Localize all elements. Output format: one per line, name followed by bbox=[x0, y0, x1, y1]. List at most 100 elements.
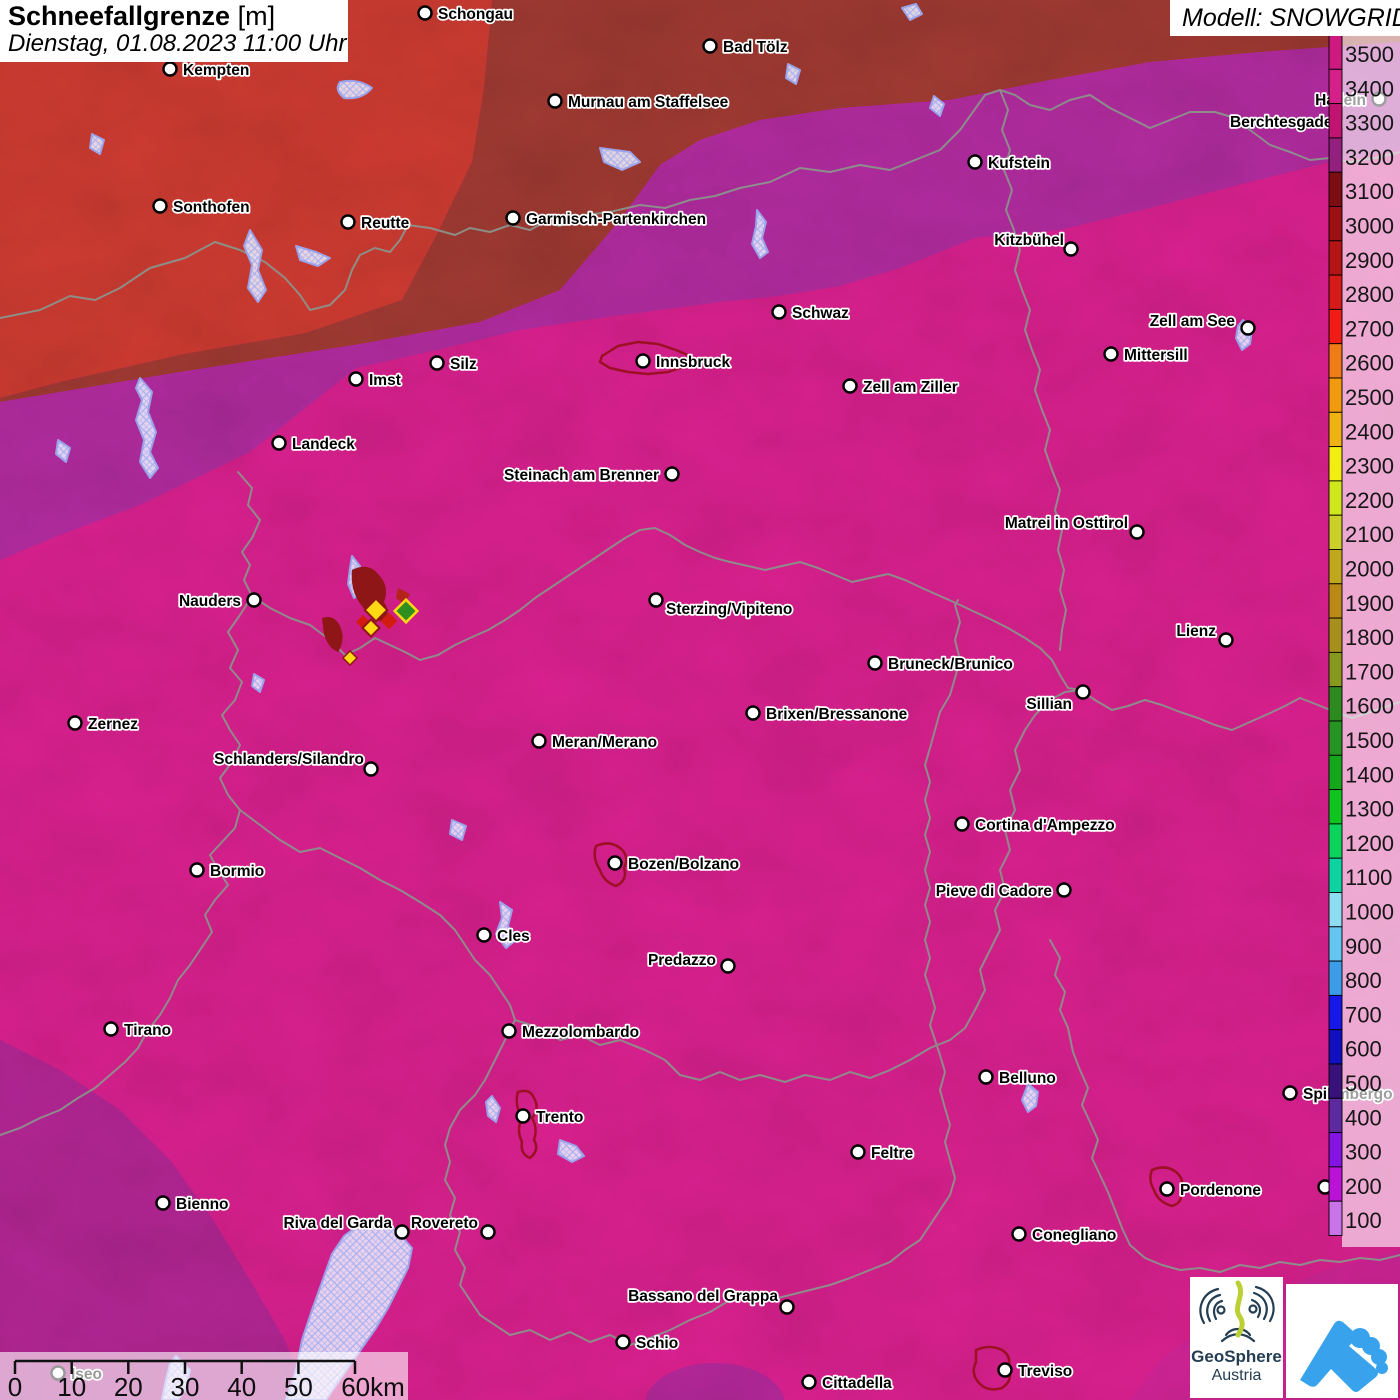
legend-value-label: 2500 bbox=[1345, 385, 1394, 410]
city-dot bbox=[615, 1334, 631, 1350]
legend-value-label: 2800 bbox=[1345, 282, 1394, 307]
legend-value-label: 1400 bbox=[1345, 762, 1394, 787]
city-dot bbox=[246, 592, 262, 608]
elevation-legend: 3500 3400 3300 3200 3100 3000 2900 2800 2700 2600… bbox=[1328, 25, 1400, 1247]
city-label: Cles bbox=[497, 928, 530, 945]
geosphere-country: Austria bbox=[1211, 1366, 1262, 1384]
legend-color-segment bbox=[1328, 686, 1343, 722]
city-dot bbox=[702, 38, 718, 54]
city-dot bbox=[1218, 632, 1234, 648]
legend-value-label: 2600 bbox=[1345, 351, 1394, 376]
city-label: Cortina d'Ampezzo bbox=[975, 817, 1115, 834]
city-dot bbox=[842, 378, 858, 394]
legend-color-segment bbox=[1328, 411, 1343, 448]
legend-value-label: 1700 bbox=[1345, 659, 1394, 684]
city-label: Reutte bbox=[361, 215, 410, 232]
scalebar-label: 10 bbox=[57, 1372, 86, 1400]
city-dot bbox=[429, 355, 445, 371]
city-dot bbox=[967, 154, 983, 170]
city-dot bbox=[1103, 346, 1119, 362]
title-box: Schneefallgrenze [m] Dienstag, 01.08.202… bbox=[0, 0, 348, 62]
legend-color-segment bbox=[1328, 377, 1343, 413]
legend-color-segment bbox=[1328, 1063, 1343, 1099]
city-label: Kufstein bbox=[988, 155, 1050, 172]
legend-value-label: 1600 bbox=[1345, 694, 1394, 719]
city-label: Sonthofen bbox=[173, 199, 250, 216]
legend-value-label: 3200 bbox=[1345, 145, 1394, 170]
legend-color-segment bbox=[1328, 1166, 1343, 1202]
legend-color-segment bbox=[1328, 1132, 1343, 1168]
city-label: Cittadella bbox=[822, 1375, 892, 1392]
city-dot bbox=[547, 93, 563, 109]
legend-color-segment bbox=[1328, 754, 1343, 791]
legend-color-segment bbox=[1328, 240, 1343, 276]
city-dot bbox=[607, 855, 623, 871]
city-label: Kitzbühel bbox=[994, 232, 1064, 249]
city-label: Brixen/Bressanone bbox=[766, 706, 908, 723]
city-label: Landeck bbox=[292, 436, 355, 453]
legend-value-label: 1900 bbox=[1345, 591, 1394, 616]
city-label: Berchtesgaden bbox=[1230, 114, 1342, 131]
city-dot bbox=[720, 958, 736, 974]
legend-value-label: 2100 bbox=[1345, 522, 1394, 547]
legend-value-label: 1800 bbox=[1345, 625, 1394, 650]
city-dot bbox=[394, 1224, 410, 1240]
legend-color-segment bbox=[1328, 823, 1343, 859]
city-dot bbox=[505, 210, 521, 226]
city-label: Matrei in Osttirol bbox=[1005, 515, 1128, 532]
city-dot bbox=[779, 1299, 795, 1315]
city-dot bbox=[1282, 1085, 1298, 1101]
legend-value-label: 1200 bbox=[1345, 831, 1394, 856]
city-dot bbox=[664, 466, 680, 482]
legend-color-segment bbox=[1328, 206, 1343, 242]
city-label: Belluno bbox=[999, 1070, 1056, 1087]
legend-value-label: 1500 bbox=[1345, 728, 1394, 753]
city-dot bbox=[635, 353, 651, 369]
city-dot bbox=[417, 5, 433, 21]
city-label: Garmisch-Partenkirchen bbox=[526, 211, 706, 228]
map-title: Schneefallgrenze [m] bbox=[8, 1, 348, 31]
geosphere-logo: GeoSphere Austria bbox=[1190, 1277, 1283, 1398]
legend-value-label: 2300 bbox=[1345, 454, 1394, 479]
city-dot bbox=[1063, 241, 1079, 257]
geosphere-name: GeoSphere bbox=[1191, 1347, 1282, 1366]
scalebar-label: 50 bbox=[284, 1372, 313, 1400]
scalebar-label: 20 bbox=[114, 1372, 143, 1400]
city-label: Tirano bbox=[124, 1022, 171, 1039]
city-dot bbox=[476, 927, 492, 943]
legend-value-label: 3300 bbox=[1345, 111, 1394, 136]
city-label: Zell am See bbox=[1150, 313, 1236, 330]
legend-color-segment bbox=[1328, 1097, 1343, 1134]
legend-value-label: 1000 bbox=[1345, 900, 1394, 925]
legend-value-label: 3100 bbox=[1345, 179, 1394, 204]
model-box: Modell: SNOWGRID bbox=[1170, 0, 1400, 36]
city-dot bbox=[480, 1224, 496, 1240]
map-title-text: Schneefallgrenze bbox=[8, 1, 231, 31]
scalebar-label: 30 bbox=[171, 1372, 200, 1400]
city-dot bbox=[531, 733, 547, 749]
city-label: Steinach am Brenner bbox=[504, 467, 659, 484]
legend-color-segment bbox=[1328, 34, 1343, 70]
legend-color-segment bbox=[1328, 857, 1343, 893]
city-label: Mezzolombardo bbox=[522, 1024, 639, 1041]
city-label: Treviso bbox=[1018, 1363, 1072, 1380]
city-dot bbox=[340, 214, 356, 230]
legend-color-segment bbox=[1328, 1200, 1343, 1236]
legend-value-label: 2700 bbox=[1345, 316, 1394, 341]
legend-value-label: 100 bbox=[1345, 1208, 1382, 1233]
city-dot bbox=[363, 761, 379, 777]
legend-color-segment bbox=[1328, 926, 1343, 962]
geosphere-icon bbox=[1198, 1280, 1275, 1343]
city-label: Sterzing/Vipiteno bbox=[666, 601, 792, 618]
city-dot bbox=[1056, 882, 1072, 898]
legend-color-segment bbox=[1328, 1029, 1343, 1065]
city-label: Conegliano bbox=[1032, 1227, 1116, 1244]
city-dot bbox=[745, 705, 761, 721]
city-label: Silz bbox=[450, 356, 477, 373]
city-label: Meran/Merano bbox=[552, 734, 657, 751]
legend-value-label: 1300 bbox=[1345, 797, 1394, 822]
city-dot bbox=[103, 1021, 119, 1037]
legend-color-segment bbox=[1328, 308, 1343, 345]
city-label: Bormio bbox=[210, 863, 264, 880]
city-dot bbox=[978, 1069, 994, 1085]
